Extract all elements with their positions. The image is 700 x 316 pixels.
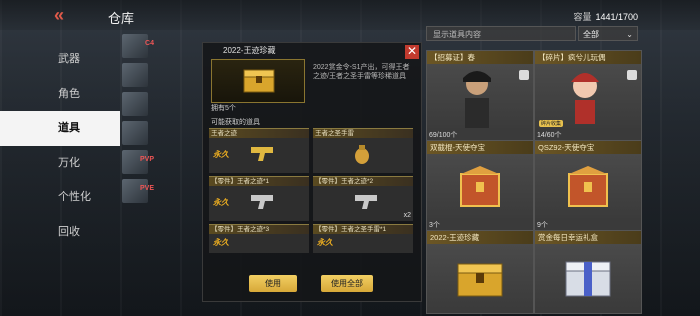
pvp-icon[interactable]: PVP — [122, 150, 154, 174]
card-title: 赏金每日幸运礼盒 — [535, 231, 641, 244]
gold-crate-icon — [568, 166, 608, 207]
puzzle-icon — [627, 70, 637, 80]
pistol-part-icon — [355, 195, 377, 209]
permanent-tag: 永久 — [213, 198, 229, 207]
menu-item-characters[interactable]: 角色 — [0, 77, 120, 112]
reward-item[interactable]: 王者之圣手雷 — [313, 128, 413, 173]
menu-item-transform[interactable]: 万化 — [0, 146, 120, 181]
card-image — [427, 64, 533, 131]
inventory-card[interactable]: 【招募证】春 69/100个 — [426, 50, 534, 142]
reward-item[interactable]: 【零件】王者之迹*1 永久 — [209, 176, 309, 221]
available-items-label: 可能获取的道具 — [211, 119, 260, 126]
menu-item-weapons[interactable]: 武器 — [0, 42, 120, 77]
subicon-tag: PVE — [139, 185, 154, 192]
ammo-crate-icon[interactable]: C4 — [122, 34, 154, 58]
close-button[interactable]: ✕ — [405, 45, 419, 59]
card-image — [535, 154, 641, 221]
reward-item-name: 【零件】王者之迹*3 — [209, 225, 309, 234]
category-menu: 武器 角色 道具 万化 个性化 回收 — [0, 42, 120, 249]
permanent-tag: 永久 — [317, 238, 333, 247]
item-quantity: x2 — [403, 212, 411, 219]
gold-chest-icon — [243, 69, 275, 93]
use-all-button[interactable]: 使用全部 — [321, 275, 373, 292]
permanent-tag: 永久 — [213, 150, 229, 159]
fragment-badge: 碎片收集 — [539, 120, 564, 127]
item-detail-panel: 2022-王迹珍藏 ✕ 2022赏金令-S1产出，可得王者之迹/王者之圣手雷等珍… — [202, 42, 422, 302]
card-title: 双截棍-天使夺宝 — [427, 141, 533, 154]
subcategory-column: C4 PVP PVE — [120, 34, 154, 208]
gold-chest-icon — [457, 263, 503, 297]
puzzle-icon — [519, 70, 529, 80]
chevron-down-icon: ⌄ — [626, 30, 633, 39]
reward-item[interactable]: 【零件】王者之迹*2 x2 — [313, 176, 413, 221]
reward-item-name: 【零件】王者之圣手雷*1 — [313, 225, 413, 234]
detail-title: 2022-王迹珍藏 — [223, 46, 276, 55]
inventory-card[interactable]: 双截棍-天使夺宝 3个 — [426, 140, 534, 232]
card-image: 碎片收集 — [535, 64, 641, 131]
card-title: 【碎片】疯兮儿玩偶 — [535, 51, 641, 64]
reward-item[interactable]: 【零件】王者之圣手雷*1 永久 — [313, 224, 413, 253]
capacity-label: 容量 — [573, 12, 592, 22]
reward-item[interactable]: 王者之迹 永久 — [209, 128, 309, 173]
page-title: 仓库 — [108, 11, 135, 26]
card-image — [427, 154, 533, 221]
pve-icon[interactable]: PVE — [122, 179, 154, 203]
reward-item-name: 王者之圣手雷 — [313, 129, 413, 138]
character-portrait-icon — [463, 71, 491, 128]
reward-item-name: 王者之迹 — [209, 129, 309, 138]
capacity-display: 容量 1441/1700 — [573, 10, 638, 23]
gift-box-icon — [565, 261, 611, 297]
use-button[interactable]: 使用 — [249, 275, 297, 292]
card-title: 2022-王迹珍藏 — [427, 231, 533, 244]
pvp-token-icon[interactable] — [122, 92, 148, 116]
reward-item-name: 【零件】王者之迹*1 — [209, 177, 309, 186]
treasure-chest-image — [211, 59, 305, 103]
doll-fragment-icon — [571, 73, 599, 124]
menu-item-items[interactable]: 道具 — [0, 111, 120, 146]
menu-item-personalize[interactable]: 个性化 — [0, 180, 120, 215]
pistol-part-icon — [251, 195, 273, 209]
card-image — [427, 244, 533, 313]
back-button[interactable]: « — [54, 6, 78, 24]
inventory-card[interactable]: 【碎片】疯兮儿玩偶 碎片收集 14/60个 — [534, 50, 642, 142]
grenade-icon — [355, 145, 369, 164]
filter-value: 全部 — [583, 30, 599, 39]
inventory-card[interactable]: QSZ92-天使夺宝 9个 — [534, 140, 642, 232]
card-title: 【招募证】春 — [427, 51, 533, 64]
reward-item-name: 【零件】王者之迹*2 — [313, 177, 413, 186]
owned-count: 拥有5个 — [211, 105, 236, 112]
gold-crate-icon — [460, 166, 500, 207]
menu-item-recycle[interactable]: 回收 — [0, 215, 120, 250]
filter-dropdown[interactable]: 全部 ⌄ — [578, 26, 638, 41]
capacity-value: 1441/1700 — [595, 12, 638, 22]
grenade-icon[interactable] — [122, 63, 148, 87]
inventory-card[interactable]: 2022-王迹珍藏 — [426, 230, 534, 314]
card-title: QSZ92-天使夺宝 — [535, 141, 641, 154]
permanent-tag: 永久 — [213, 238, 229, 247]
pistol-icon — [251, 147, 273, 161]
search-input[interactable]: 显示道具内容 — [426, 26, 576, 41]
subicon-tag: C4 — [145, 40, 154, 47]
card-image — [535, 244, 641, 313]
card-icon[interactable] — [122, 121, 148, 145]
detail-description: 2022赏金令-S1产出，可得王者之迹/王者之圣手雷等珍稀道具 — [313, 64, 410, 80]
subicon-tag: PVP — [139, 156, 154, 163]
inventory-card[interactable]: 赏金每日幸运礼盒 — [534, 230, 642, 314]
reward-item[interactable]: 【零件】王者之迹*3 永久 — [209, 224, 309, 253]
